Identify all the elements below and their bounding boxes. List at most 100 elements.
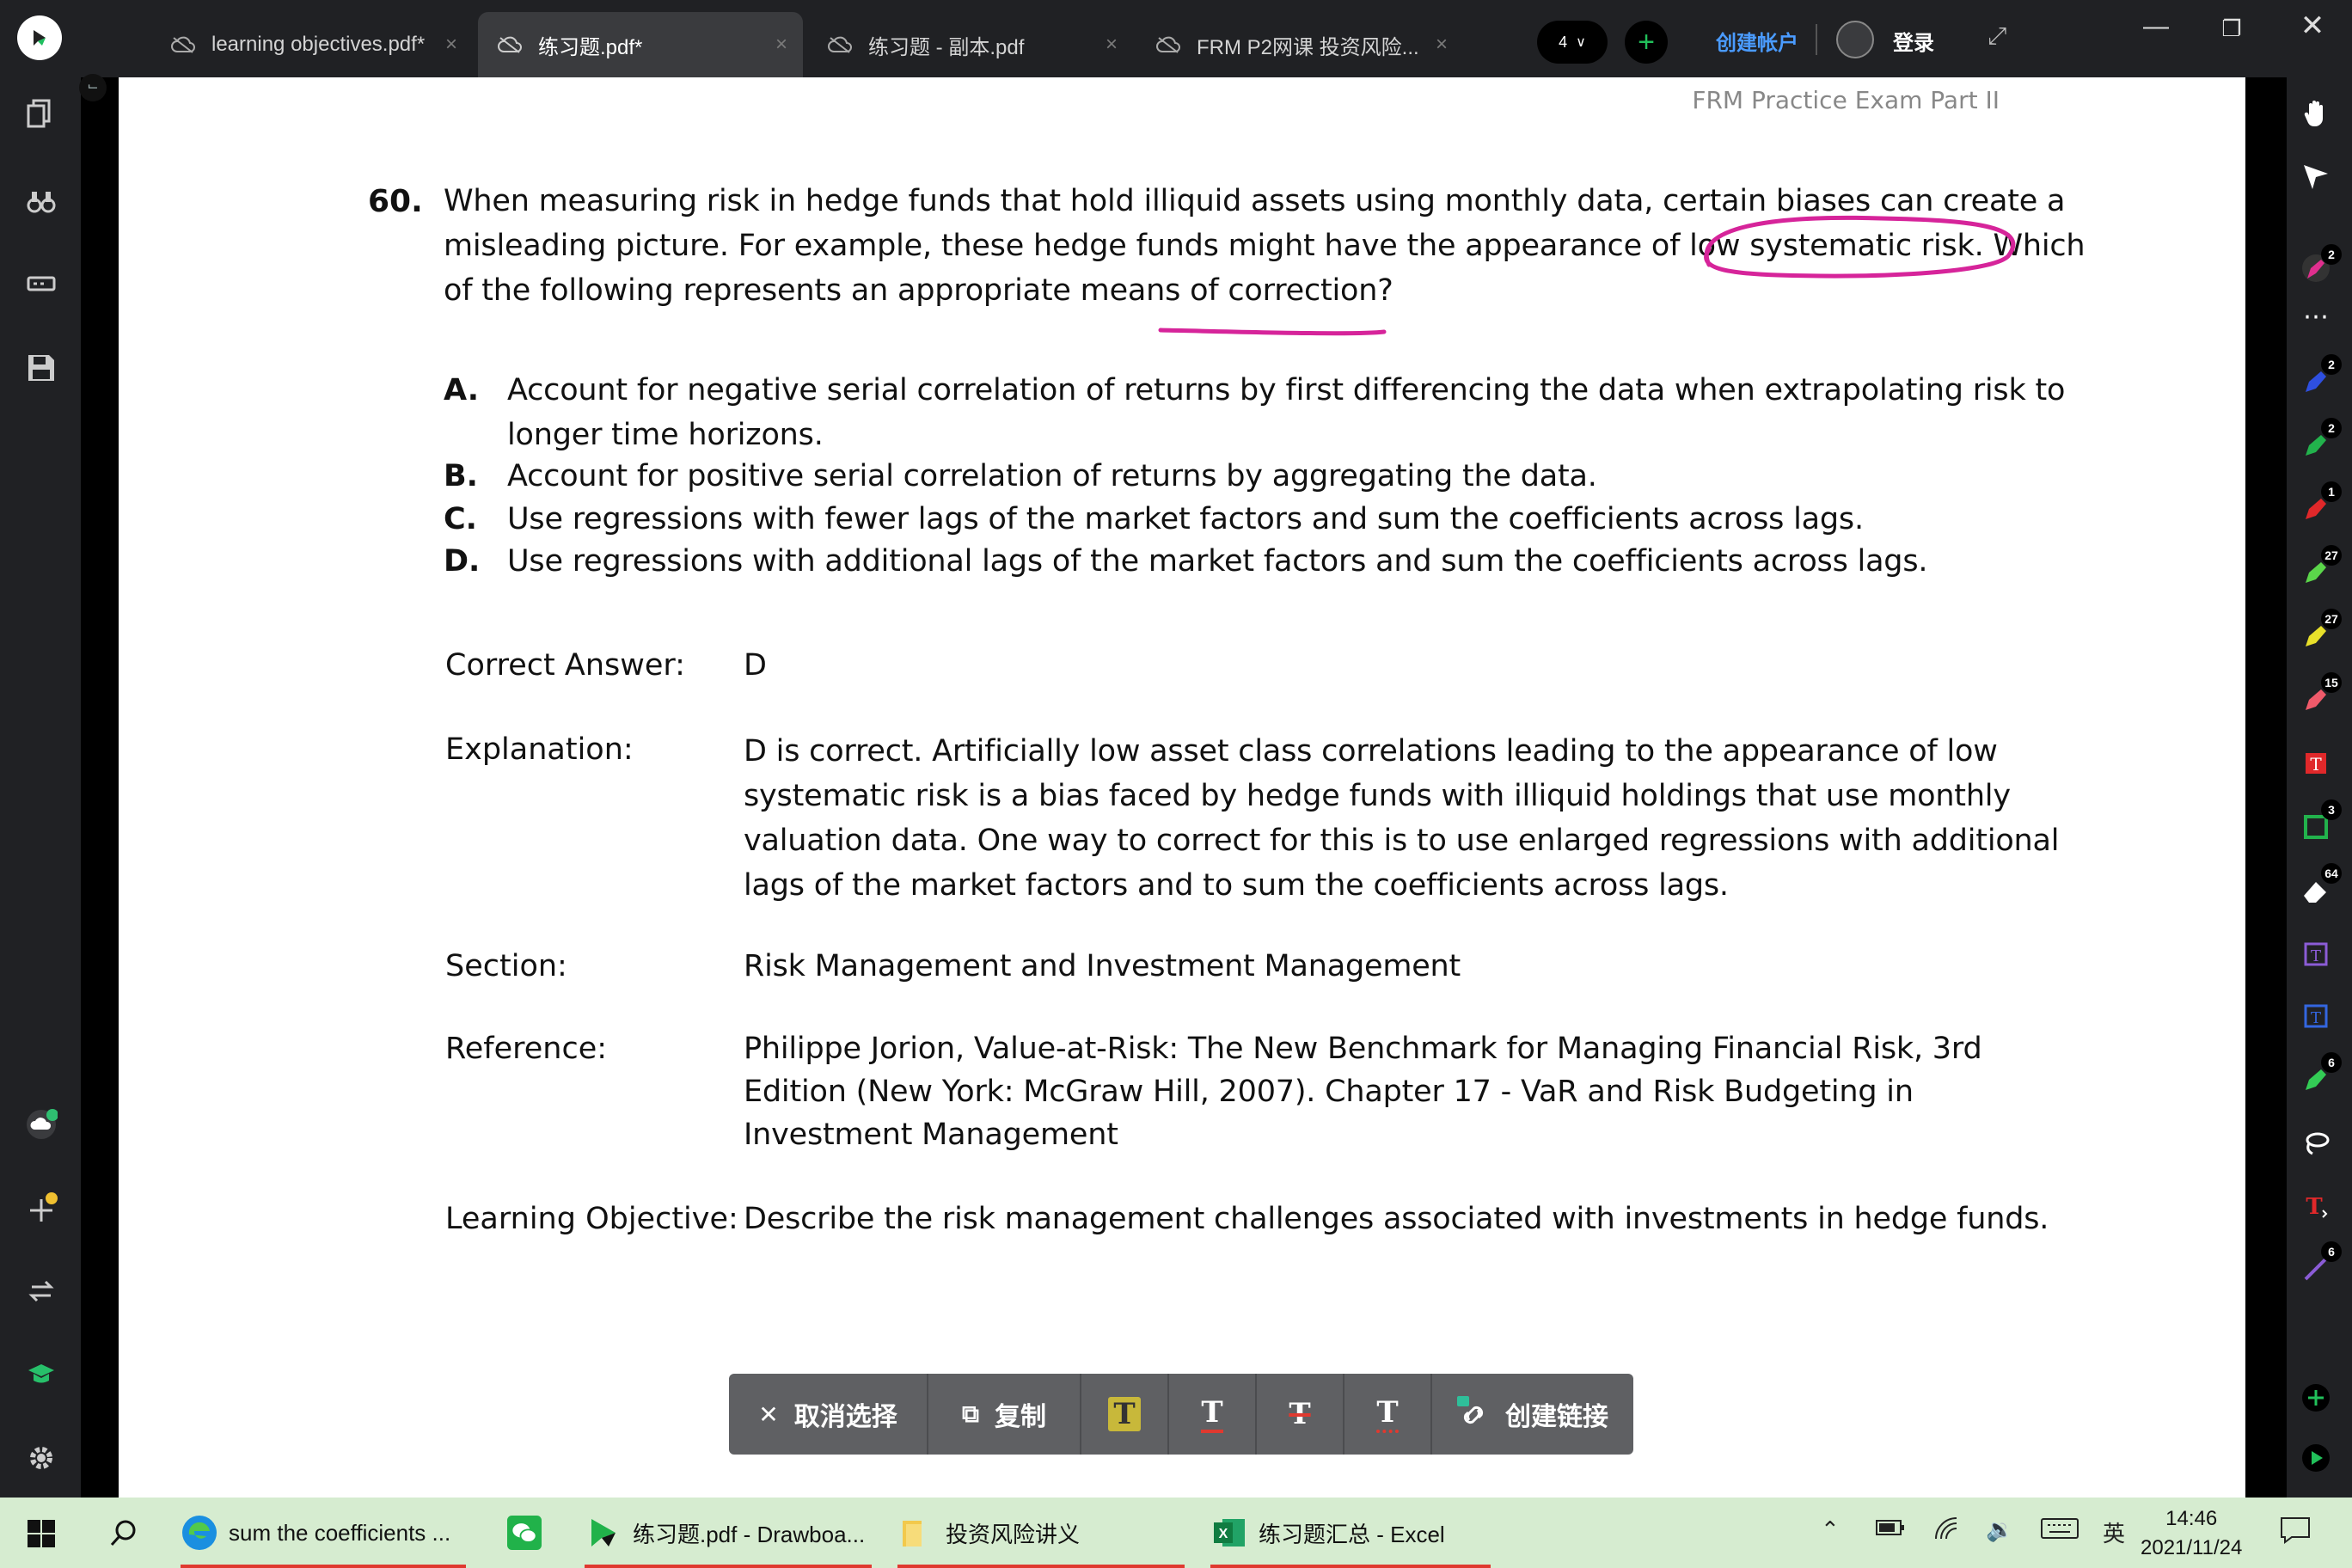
notifications-icon[interactable]	[2280, 1516, 2311, 1550]
wifi-icon[interactable]	[1934, 1516, 1962, 1547]
pages-icon[interactable]	[22, 95, 60, 132]
login-link[interactable]: 登录	[1893, 26, 1934, 56]
tab-count-dropdown[interactable]: 4 ∨	[1537, 21, 1608, 64]
tool-badge: 3	[2321, 799, 2342, 820]
ime-indicator[interactable]: 英	[2103, 1516, 2125, 1548]
strikethrough-text-button[interactable]: T	[1257, 1374, 1344, 1455]
system-clock[interactable]: 14:46 2021/11/24	[2141, 1504, 2242, 1563]
restore-button[interactable]: ❐	[2206, 15, 2257, 42]
chevron-up-icon[interactable]: ⌃	[1821, 1516, 1840, 1543]
explanation-line[interactable]: lags of the market factors and to sum th…	[744, 868, 1729, 903]
tool-badge: 6	[2321, 1241, 2342, 1262]
taskbar-app-edge[interactable]: sum the coefficients ...	[181, 1498, 466, 1568]
text-box-purple-icon[interactable]: T	[2297, 935, 2335, 973]
explanation-line[interactable]: systematic risk is a bias faced by hedge…	[744, 779, 2011, 813]
reference-line[interactable]: Philippe Jorion, Value-at-Risk: The New …	[744, 1032, 1982, 1066]
taskbar-app-drawboard[interactable]: 练习题.pdf - Drawboa...	[585, 1498, 872, 1568]
close-icon[interactable]: ×	[775, 33, 787, 57]
add-ink-icon[interactable]	[22, 1190, 60, 1228]
text-box-red-icon[interactable]: T	[2297, 744, 2335, 782]
tab-exercise-copy[interactable]: 练习题 - 副本.pdf ×	[808, 12, 1133, 77]
volume-icon[interactable]: 🔉	[1986, 1516, 2013, 1543]
explanation-label: Explanation:	[445, 732, 634, 767]
pdf-page[interactable]: FRM Practice Exam Part II 60. When measu…	[119, 77, 2245, 1498]
hand-pan-icon[interactable]	[2297, 95, 2335, 132]
tab-label: FRM P2网课 投资风险...	[1197, 35, 1419, 59]
highlight-text-button[interactable]: T	[1081, 1374, 1169, 1455]
cloud-sync-icon[interactable]	[22, 1106, 60, 1143]
explanation-line[interactable]: valuation data. One way to correct for t…	[744, 824, 2060, 858]
option-text[interactable]: Account for positive serial correlation …	[507, 459, 1597, 493]
close-icon[interactable]: ×	[1436, 33, 1448, 57]
active-indicator	[181, 1565, 466, 1568]
search-binoculars-icon[interactable]	[22, 182, 60, 220]
create-account-link[interactable]: 创建帐户	[1716, 26, 1798, 56]
tab-label: learning objectives.pdf*	[211, 33, 426, 56]
question-line[interactable]: of the following represents an appropria…	[444, 273, 1393, 308]
taskbar-app-wechat[interactable]	[507, 1498, 552, 1568]
tool-badge: 27	[2321, 609, 2342, 629]
text-box-blue-icon[interactable]: T	[2297, 997, 2335, 1035]
svg-text:T: T	[2311, 1009, 2321, 1027]
add-tool-icon[interactable]	[2297, 1379, 2335, 1417]
edge-icon	[182, 1516, 217, 1550]
select-arrow-icon[interactable]	[2297, 158, 2335, 196]
collapse-icon[interactable]: ⌙	[79, 74, 107, 101]
app-label: sum the coefficients ...	[229, 1519, 451, 1546]
sync-arrows-icon[interactable]	[22, 1272, 60, 1310]
explanation-line[interactable]: D is correct. Artificially low asset cla…	[744, 734, 1998, 769]
search-icon[interactable]	[103, 1513, 144, 1554]
squiggly-icon: T	[1376, 1395, 1399, 1433]
new-tab-button[interactable]: +	[1625, 21, 1668, 64]
tool-badge: 64	[2321, 863, 2342, 884]
tab-learning-objectives[interactable]: learning objectives.pdf* ×	[151, 12, 473, 77]
create-link-button[interactable]: 创建链接	[1432, 1374, 1632, 1455]
squiggly-text-button[interactable]: T	[1344, 1374, 1432, 1455]
taskbar-app-excel[interactable]: X 练习题汇总 - Excel	[1210, 1498, 1491, 1568]
close-icon[interactable]: ×	[445, 33, 457, 57]
close-icon[interactable]: ×	[1106, 33, 1118, 57]
learning-objective-value[interactable]: Describe the risk management challenges …	[744, 1202, 2049, 1236]
correct-answer-value[interactable]: D	[744, 648, 767, 683]
keyboard-icon[interactable]	[2041, 1516, 2079, 1547]
option-text[interactable]: Account for negative serial correlation …	[507, 373, 2065, 407]
reference-line[interactable]: Investment Management	[744, 1118, 1118, 1152]
question-line[interactable]: When measuring risk in hedge funds that …	[444, 184, 2065, 218]
taskbar-app-folder[interactable]: 投资风险讲义	[897, 1498, 1185, 1568]
option-text[interactable]: Use regressions with additional lags of …	[507, 544, 1927, 579]
lasso-icon[interactable]	[2297, 1124, 2335, 1162]
reference-line[interactable]: Edition (New York: McGraw Hill, 2007). C…	[744, 1075, 1914, 1109]
chevron-down-icon: ∨	[1576, 35, 1586, 50]
text-tool-icon[interactable]: T	[2297, 1186, 2335, 1224]
minimize-button[interactable]: —	[2130, 12, 2182, 41]
learn-cap-icon[interactable]	[22, 1355, 60, 1393]
form-fields-icon[interactable]	[22, 265, 60, 303]
save-icon[interactable]	[22, 349, 60, 387]
option-text[interactable]: longer time horizons.	[507, 418, 824, 452]
correct-answer-label: Correct Answer:	[445, 648, 685, 683]
section-value[interactable]: Risk Management and Investment Managemen…	[744, 949, 1461, 983]
more-dots-icon[interactable]: ⋯	[2297, 297, 2335, 335]
strikethrough-icon: T	[1289, 1397, 1311, 1431]
avatar[interactable]	[1836, 21, 1874, 58]
close-window-button[interactable]: ✕	[2287, 9, 2338, 43]
question-line[interactable]: misleading picture. For example, these h…	[444, 229, 2086, 263]
tab-frm-course[interactable]: FRM P2网课 投资风险... ×	[1136, 12, 1463, 77]
gear-icon[interactable]	[22, 1439, 60, 1477]
deselect-button[interactable]: ✕ 取消选择	[729, 1374, 928, 1455]
create-link-label: 创建链接	[1505, 1403, 1608, 1431]
tab-exercise-pdf[interactable]: 练习题.pdf* ×	[478, 12, 803, 77]
tool-badge: 15	[2321, 672, 2342, 693]
excel-icon: X	[1214, 1519, 1245, 1547]
drawboard-play-icon[interactable]	[2297, 1439, 2335, 1477]
close-icon: ✕	[758, 1400, 779, 1428]
drawboard-logo-icon[interactable]	[17, 15, 62, 60]
battery-icon[interactable]	[1876, 1516, 1905, 1543]
underline-text-button[interactable]: T	[1169, 1374, 1257, 1455]
expand-icon[interactable]: ⤢	[1988, 22, 2006, 51]
option-text[interactable]: Use regressions with fewer lags of the m…	[507, 502, 1864, 536]
option-letter: D.	[444, 544, 481, 579]
copy-button[interactable]: ⧉ 复制	[928, 1374, 1081, 1455]
windows-start-icon[interactable]	[21, 1513, 62, 1554]
tab-label: 练习题 - 副本.pdf	[868, 35, 1025, 59]
